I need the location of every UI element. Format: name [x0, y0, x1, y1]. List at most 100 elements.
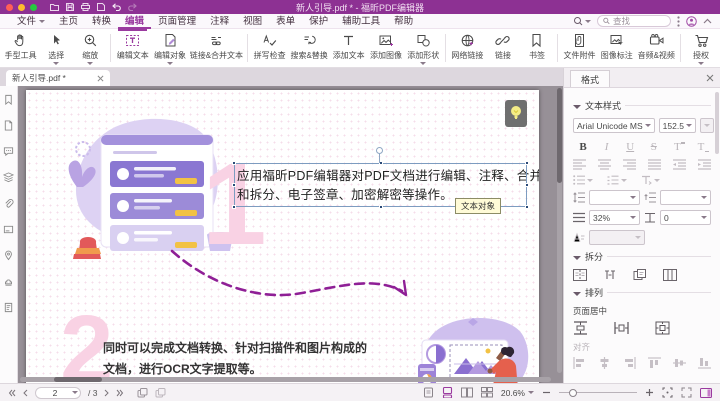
tool-add-image[interactable]: 添加图像 — [367, 29, 404, 67]
align-center-icon[interactable] — [598, 159, 611, 170]
character-spacing-select[interactable]: 32% — [589, 210, 640, 225]
tool-zoom[interactable]: 缩放 — [73, 29, 107, 67]
menu-protect[interactable]: 保护 — [302, 14, 335, 29]
menu-edit[interactable]: 编辑 — [118, 14, 151, 29]
vertical-scrollbar[interactable] — [557, 88, 562, 373]
menu-home[interactable]: 主页 — [52, 14, 85, 29]
center-both-icon[interactable] — [655, 321, 670, 335]
vertical-scrollbar-thumb[interactable] — [557, 88, 562, 183]
tool-select[interactable]: 选择 — [39, 29, 73, 67]
font-color-button[interactable] — [700, 118, 714, 133]
align-objects-center-icon[interactable] — [598, 357, 611, 369]
comments-panel-icon[interactable] — [3, 146, 14, 157]
center-horizontally-icon[interactable] — [614, 321, 629, 335]
selection-handle[interactable] — [232, 161, 236, 165]
bookmarks-panel-icon[interactable] — [3, 94, 14, 105]
tool-search-replace[interactable]: 搜索&替换 — [288, 29, 330, 67]
align-right-icon[interactable] — [623, 159, 636, 170]
tool-link-merge-text[interactable]: 链接&合并文本 — [189, 29, 244, 67]
tool-image-annotation[interactable]: 图像标注 — [598, 29, 635, 67]
undo-icon[interactable] — [112, 3, 121, 11]
zoom-slider-knob[interactable] — [569, 389, 577, 397]
tool-edit-text[interactable]: 编辑文本 — [114, 29, 151, 67]
account-avatar-icon[interactable] — [686, 16, 697, 27]
previous-page-button[interactable] — [23, 389, 28, 397]
horizontal-scrollbar[interactable] — [20, 377, 551, 382]
section-split[interactable]: 拆分 — [573, 250, 711, 263]
align-justify-icon[interactable] — [648, 159, 661, 170]
selection-handle[interactable] — [379, 205, 383, 209]
tool-add-shape[interactable]: 添加形状 — [405, 29, 442, 67]
signatures-panel-icon[interactable] — [3, 302, 14, 313]
selection-handle[interactable] — [525, 205, 529, 209]
minimize-window-button[interactable] — [18, 4, 25, 11]
bold-button[interactable]: B — [573, 138, 593, 155]
zoom-slider[interactable] — [559, 392, 637, 393]
pdf-page[interactable]: 1 2 应用福昕PDF编辑器对PDF文档进行编辑、注释、合并 和拆分、电子签章、… — [26, 90, 539, 383]
toggle-right-panel-button[interactable] — [700, 388, 712, 398]
tool-hand[interactable]: 手型工具 — [2, 29, 39, 67]
tool-edit-object[interactable]: 编辑对象 — [151, 29, 188, 67]
zoom-level-dropdown[interactable]: 20.6% — [501, 388, 534, 398]
document-tab[interactable]: 新人引导.pdf * — [6, 70, 110, 86]
open-file-icon[interactable] — [50, 3, 59, 11]
email-icon[interactable] — [97, 3, 105, 11]
format-panel-tab[interactable]: 格式 — [570, 70, 610, 87]
center-vertically-icon[interactable] — [573, 321, 588, 335]
zoom-in-button[interactable] — [645, 388, 654, 397]
font-size-select[interactable]: 152.5 — [659, 118, 696, 133]
align-objects-top-icon[interactable] — [648, 357, 661, 369]
strikethrough-button[interactable]: S — [644, 138, 664, 155]
kerning-select[interactable] — [589, 230, 645, 245]
indent-increase-icon[interactable] — [698, 159, 711, 170]
selection-handle[interactable] — [232, 205, 236, 209]
selection-handle[interactable] — [232, 183, 236, 187]
tool-bookmark[interactable]: 书签 — [520, 29, 554, 67]
search-box[interactable] — [597, 15, 671, 27]
fields-panel-icon[interactable] — [3, 224, 14, 235]
page-number-field[interactable] — [41, 388, 69, 398]
align-objects-right-icon[interactable] — [623, 357, 636, 369]
numbered-list-button[interactable] — [607, 175, 627, 185]
redo-icon[interactable] — [128, 3, 137, 11]
tool-audio-video[interactable]: 音频&视频 — [635, 29, 677, 67]
selection-handle[interactable] — [525, 161, 529, 165]
tool-file-attachment[interactable]: 文件附件 — [561, 29, 598, 67]
text-direction-button[interactable] — [641, 175, 660, 185]
zoom-out-button[interactable] — [542, 388, 551, 397]
close-tab-icon[interactable] — [97, 75, 104, 82]
superscript-button[interactable]: T — [667, 138, 687, 155]
rotation-handle[interactable] — [376, 147, 383, 154]
continuous-view-button[interactable] — [442, 387, 453, 398]
close-window-button[interactable] — [6, 4, 13, 11]
tool-authorize[interactable]: 授权 — [684, 29, 718, 67]
maximize-window-button[interactable] — [30, 4, 37, 11]
find-replace-button[interactable] — [573, 16, 591, 26]
tool-add-text[interactable]: 添加文本 — [330, 29, 367, 67]
document-canvas[interactable]: 1 2 应用福昕PDF编辑器对PDF文档进行编辑、注释、合并 和拆分、电子签章、… — [18, 86, 563, 383]
split-columns-icon[interactable] — [663, 269, 677, 281]
tool-spellcheck[interactable]: 拼写检查 — [251, 29, 288, 67]
tool-link[interactable]: 链接 — [486, 29, 520, 67]
attachments-panel-icon[interactable] — [3, 198, 14, 209]
destinations-panel-icon[interactable] — [3, 250, 14, 261]
menu-accessibility[interactable]: 辅助工具 — [335, 14, 387, 29]
selection-handle[interactable] — [525, 183, 529, 187]
tip-lightbulb-button[interactable] — [505, 100, 527, 127]
next-page-button[interactable] — [104, 389, 109, 397]
split-text-icon[interactable] — [573, 269, 587, 281]
section-text-style[interactable]: 文本样式 — [573, 99, 711, 112]
fullscreen-button[interactable] — [681, 387, 692, 398]
menu-page-management[interactable]: 页面管理 — [151, 14, 203, 29]
facing-view-button[interactable] — [461, 387, 473, 398]
pages-panel-icon[interactable] — [3, 120, 14, 131]
first-page-button[interactable] — [8, 389, 16, 397]
merge-text-icon[interactable] — [603, 269, 617, 281]
split-pages-icon[interactable] — [633, 269, 647, 281]
next-view-button[interactable] — [155, 388, 166, 398]
menu-help[interactable]: 帮助 — [387, 14, 420, 29]
horizontal-scrollbar-thumb[interactable] — [54, 377, 102, 382]
font-family-select[interactable]: Arial Unicode MS — [573, 118, 655, 133]
save-icon[interactable] — [66, 3, 74, 11]
menu-comment[interactable]: 注释 — [203, 14, 236, 29]
